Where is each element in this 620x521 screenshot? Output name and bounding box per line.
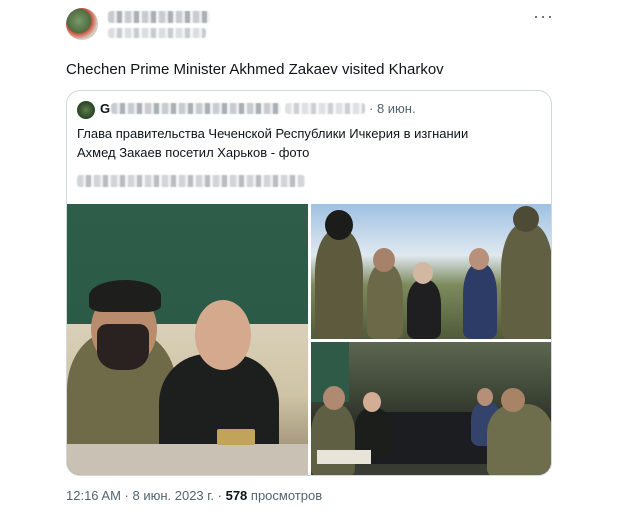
quoted-link-redacted[interactable] — [77, 175, 305, 187]
soldier-figure — [315, 230, 363, 339]
more-options-icon[interactable]: ··· — [533, 6, 554, 27]
person-figure — [407, 280, 441, 339]
person-head — [195, 300, 251, 370]
box-icon — [217, 429, 255, 445]
cap-icon — [89, 280, 161, 312]
timestamp[interactable]: 12:16 AM · 8 июн. 2023 г. · — [66, 488, 226, 503]
quoted-author-initial: G — [100, 101, 111, 116]
quoted-author-avatar — [77, 101, 95, 119]
author-handle-redacted[interactable] — [108, 28, 206, 38]
person-head — [323, 386, 345, 410]
photo-group-outdoors[interactable] — [311, 204, 551, 339]
person-head — [469, 248, 489, 270]
quoted-text: Глава правительства Чеченской Республики… — [77, 126, 469, 160]
person-head — [373, 248, 395, 272]
person-head — [363, 392, 381, 412]
quoted-date: · 8 июн. — [369, 101, 416, 116]
media-grid — [67, 204, 551, 475]
tweet-text: Chechen Prime Minister Akhmed Zakaev vis… — [66, 61, 444, 78]
table-surface — [67, 444, 308, 475]
views-label: просмотров — [247, 488, 323, 503]
author-avatar[interactable] — [66, 8, 98, 40]
person-figure — [463, 264, 497, 339]
soldier-figure — [367, 264, 403, 339]
quoted-author-handle-redacted — [285, 103, 365, 114]
soldier-figure — [501, 224, 551, 339]
tweet-meta: 12:16 AM · 8 июн. 2023 г. · 578 просмотр… — [66, 488, 322, 503]
person-head — [413, 262, 433, 284]
soldier-figure — [487, 404, 551, 475]
person-figure — [311, 404, 355, 475]
tweet-card: ··· Chechen Prime Minister Akhmed Zakaev… — [58, 0, 568, 521]
person-head — [501, 388, 525, 412]
papers — [317, 450, 371, 464]
author-name-redacted[interactable] — [108, 11, 210, 23]
person-head — [477, 388, 493, 406]
photo-meeting-closeup[interactable] — [67, 204, 308, 475]
beard-icon — [97, 324, 149, 370]
quoted-author-name-redacted — [111, 103, 281, 114]
balaclava-icon — [325, 210, 353, 240]
quoted-tweet[interactable]: G · 8 июн. Глава правительства Чеченской… — [66, 90, 552, 476]
helmet-icon — [513, 206, 539, 232]
photo-meeting-room[interactable] — [311, 342, 551, 475]
views-count[interactable]: 578 — [226, 488, 248, 503]
